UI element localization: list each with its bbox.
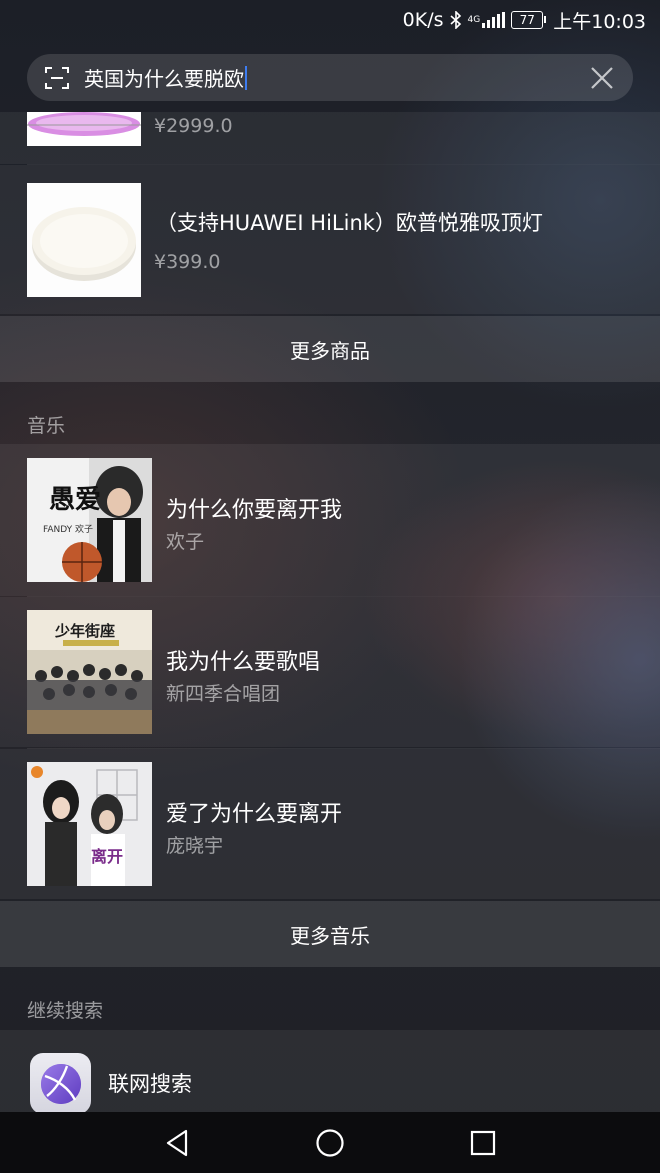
product-price: ¥2999.0 <box>154 115 233 137</box>
album-cover: 愚爱 FANDY 欢子 <box>27 458 152 582</box>
signal-icon: 4G <box>468 12 506 28</box>
song-artist: 新四季合唱团 <box>166 683 281 705</box>
web-search-row[interactable] <box>0 1030 660 1112</box>
navigation-bar <box>0 1112 660 1173</box>
bluetooth-icon <box>449 11 462 29</box>
album-cover-title: 愚爱 <box>49 485 101 515</box>
network-type: 4G <box>467 14 481 25</box>
battery-level: 77 <box>519 13 535 27</box>
more-music-button[interactable]: 更多音乐 <box>0 901 660 967</box>
home-circle-icon[interactable] <box>313 1126 347 1160</box>
recents-square-icon[interactable] <box>466 1126 500 1160</box>
clock: 上午10:03 <box>553 10 646 33</box>
product-price: ¥399.0 <box>154 251 221 273</box>
album-cover-title: 离开 <box>91 847 123 866</box>
product-image <box>27 183 141 297</box>
album-cover-title: 少年街座 <box>54 622 115 640</box>
album-cover: 少年街座 <box>27 610 152 734</box>
search-query: 英国为什么要脱欧 <box>84 67 244 91</box>
album-cover: 离开 <box>27 762 152 886</box>
scan-icon[interactable] <box>44 65 70 91</box>
song-title[interactable]: 爱了为什么要离开 <box>166 796 342 828</box>
more-products-button[interactable]: 更多商品 <box>0 316 660 382</box>
product-image <box>27 112 141 146</box>
back-triangle-icon[interactable] <box>160 1126 194 1160</box>
song-title[interactable]: 为什么你要离开我 <box>166 492 342 524</box>
music-section-header: 音乐 <box>27 415 66 437</box>
search-input[interactable]: 英国为什么要脱欧 <box>84 63 589 92</box>
song-artist: 欢子 <box>166 531 205 553</box>
close-icon[interactable] <box>589 65 615 91</box>
text-caret <box>245 65 247 90</box>
status-bar: 0K/s 4G 77 上午10:03 <box>0 0 660 40</box>
net-speed: 0K/s <box>402 9 444 31</box>
product-title[interactable]: （支持HUAWEI HiLink）欧普悦雅吸顶灯 <box>156 207 543 237</box>
album-cover-subtitle: FANDY 欢子 <box>43 523 93 535</box>
web-search-label[interactable]: 联网搜索 <box>108 1068 192 1098</box>
globe-search-icon[interactable] <box>30 1053 91 1114</box>
battery-icon: 77 <box>511 11 547 29</box>
search-bar[interactable]: 英国为什么要脱欧 <box>27 54 633 101</box>
song-artist: 庞晓宇 <box>166 835 224 857</box>
continue-search-header: 继续搜索 <box>27 1000 104 1022</box>
song-title[interactable]: 我为什么要歌唱 <box>166 644 320 676</box>
